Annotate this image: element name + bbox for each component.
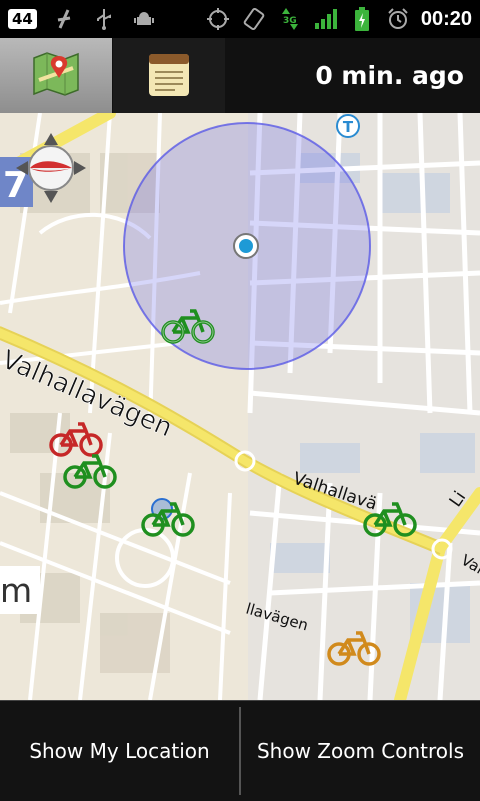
tab-notes[interactable]	[113, 38, 225, 113]
status-clock: 00:20	[420, 7, 472, 30]
map-pin-icon	[31, 50, 81, 102]
my-location-marker	[232, 232, 260, 260]
bicycle-icon	[327, 631, 381, 666]
usb-icon	[91, 6, 117, 32]
data-3g-icon: 3G	[277, 6, 303, 32]
street-label-val: Val	[458, 551, 480, 578]
options-menu: Show My Location Show Zoom Controls	[0, 700, 480, 801]
map-label-m: m	[0, 571, 32, 610]
network-type-label: 3G	[283, 16, 297, 26]
street-label-lower: llavägen	[244, 600, 310, 635]
bicycle-icon	[141, 498, 195, 537]
rotation-icon	[241, 6, 267, 32]
android-debug-icon	[131, 6, 157, 32]
bicycle-icon	[161, 309, 215, 344]
bike-station-marker[interactable]	[62, 451, 118, 495]
bike-station-marker[interactable]	[140, 497, 196, 543]
signal-icon	[313, 6, 339, 32]
missed-call-icon	[51, 6, 77, 32]
street-label-li: Li	[446, 488, 471, 511]
notepad-icon	[145, 50, 193, 102]
bicycle-icon	[63, 454, 117, 489]
last-update-label: 0 min. ago	[315, 61, 464, 90]
show-zoom-controls-button[interactable]: Show Zoom Controls	[241, 701, 480, 801]
tab-map[interactable]	[0, 38, 112, 113]
notification-count-badge: 44	[8, 9, 37, 29]
bike-station-marker[interactable]	[326, 628, 382, 672]
battery-icon	[349, 6, 375, 32]
bicycle-icon	[363, 502, 417, 537]
map-view[interactable]: Valhallavägen Valhallavä Li Val llavägen…	[0, 113, 480, 700]
status-bar: 44 3G 00:20	[0, 0, 480, 38]
gps-icon	[205, 6, 231, 32]
compass-icon[interactable]	[16, 133, 86, 203]
metro-station-icon: T	[343, 118, 354, 136]
bike-station-marker[interactable]	[160, 306, 216, 350]
alarm-icon	[385, 6, 411, 32]
bike-station-marker[interactable]	[362, 499, 418, 543]
top-toolbar: 0 min. ago	[0, 38, 480, 113]
show-my-location-button[interactable]: Show My Location	[0, 701, 239, 801]
